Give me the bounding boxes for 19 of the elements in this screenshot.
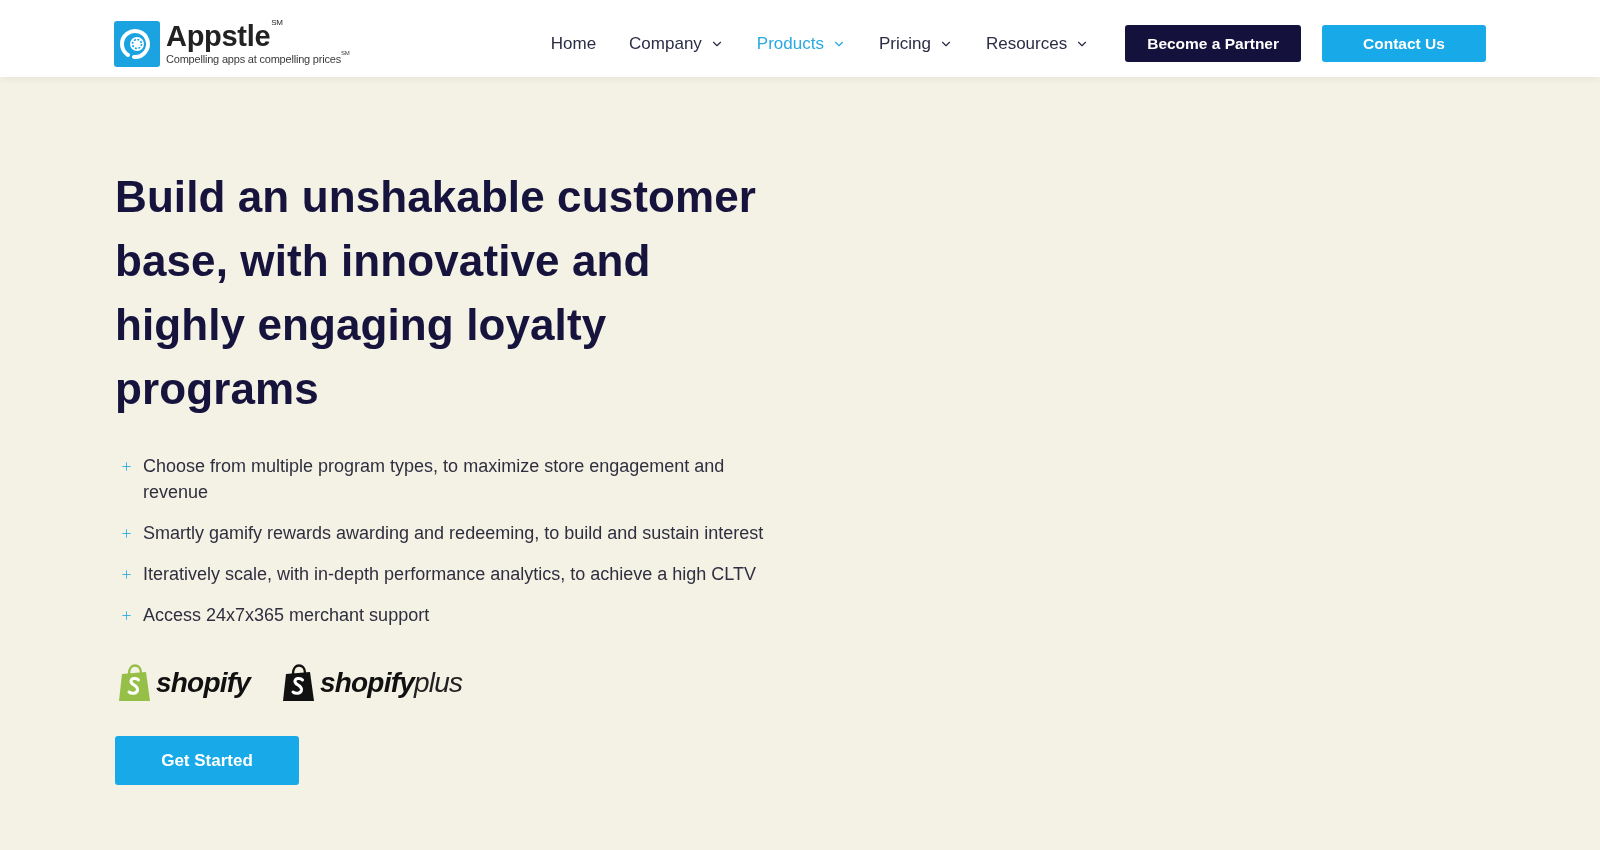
feature-text: Iteratively scale, with in-depth performance analytics, to achieve a high CLTV [143,563,757,586]
nav-link[interactable]: Home [550,33,597,54]
hero-headline: Build an unshakable customer base, with innovative and highly engaging loyalty programs [115,171,757,415]
plus-icon [120,568,133,581]
logo-icon [114,20,160,67]
plus-icon [120,527,133,540]
feature-text: Choose from multiple program types, to maximize store engagement and revenue [143,455,726,504]
brand-name: Appstle$^{SM}$ [166,22,284,51]
feature-text: Smartly gamify rewards awarding and redeeming, to build and sustain interest [143,522,765,545]
feature-text: Access 24x7x365 merchant support [143,604,431,627]
nav-link[interactable]: Company [629,33,724,54]
platform-wordmark: shopify [156,669,250,697]
brand-tagline: Compelling apps at compelling prices$^{SM}$ [166,53,350,65]
plus-icon [120,609,133,622]
nav-link[interactable]: Resources [985,33,1090,54]
plus-icon [120,460,133,473]
platform-wordmark: shopifyplus [319,669,463,697]
partner-button[interactable]: Become a Partner [1125,25,1301,62]
nav-link[interactable]: Pricing [878,33,953,54]
